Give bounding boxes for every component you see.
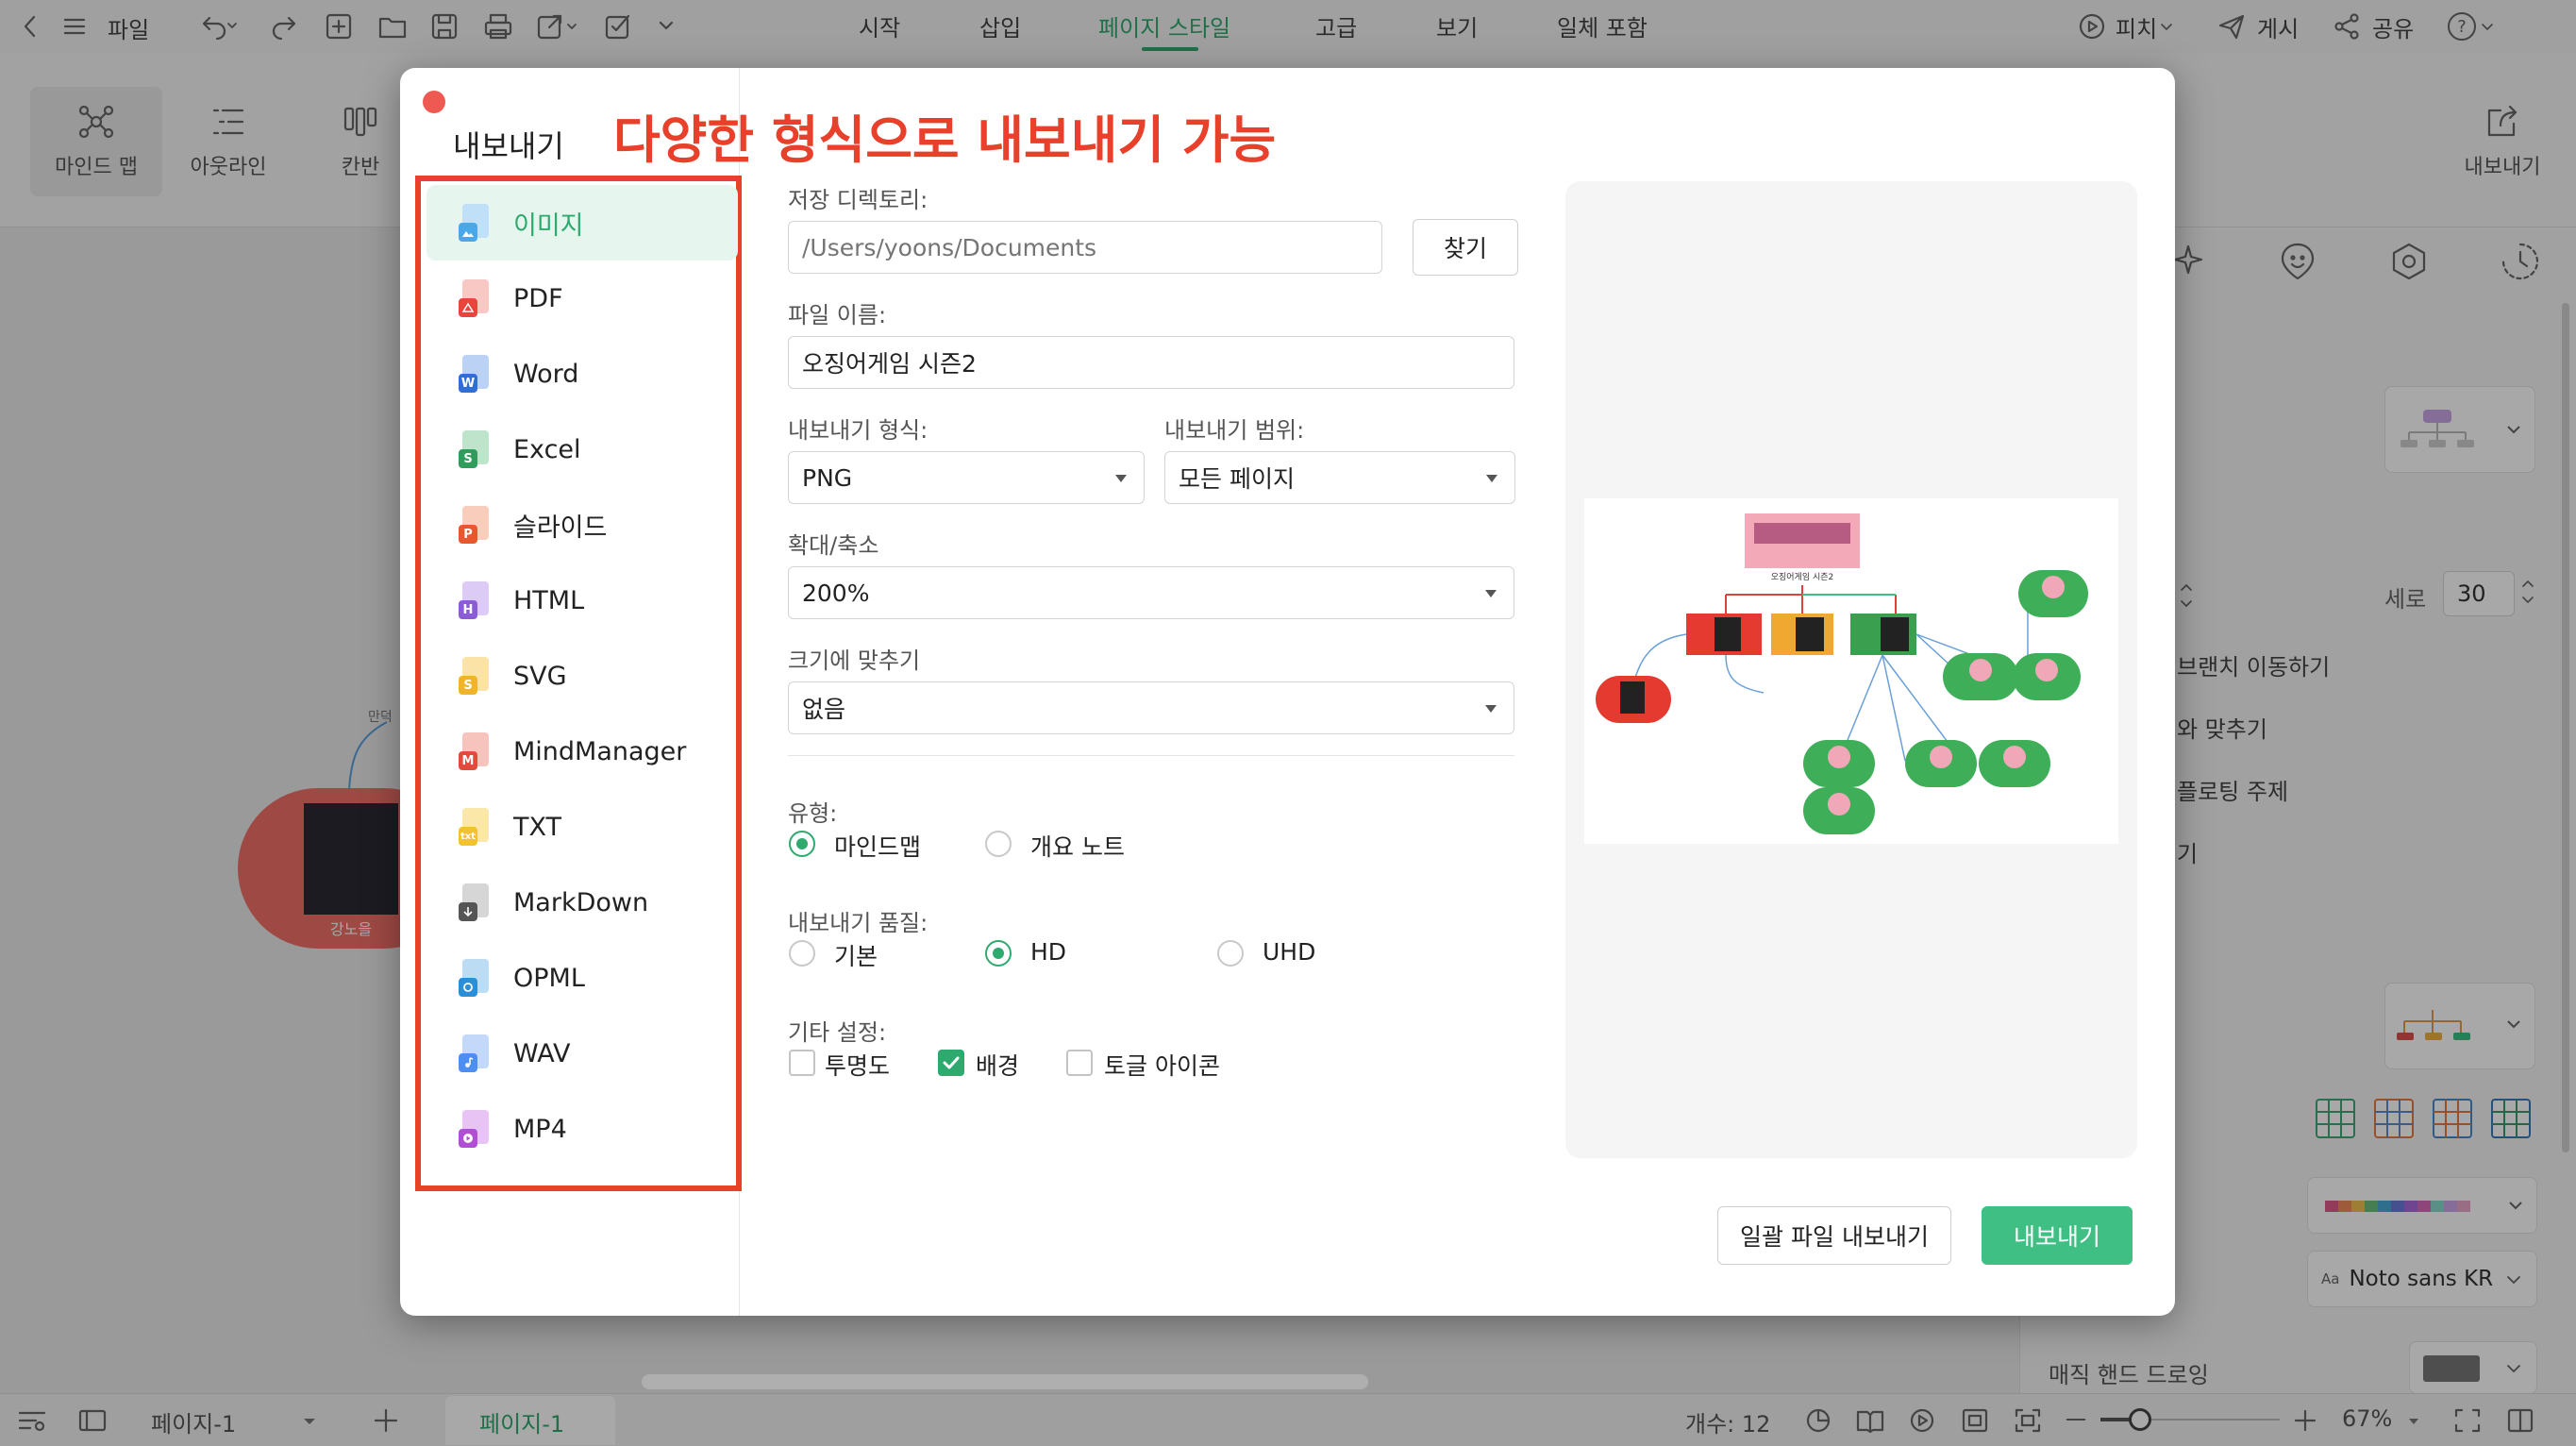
- quality-uhd-label: UHD: [1263, 938, 1316, 966]
- zoom-value: 200%: [802, 579, 870, 607]
- preview-image: 오징어게임 시즌2: [1584, 498, 2118, 844]
- quality-uhd-radio[interactable]: [1217, 940, 1244, 967]
- format-list: 이미지 PDF W Word S Excel P 슬라이드 H HTML S SVG MM…: [427, 185, 738, 1167]
- zoom-select[interactable]: 200%: [788, 566, 1514, 619]
- export-format-select[interactable]: PNG: [788, 451, 1145, 504]
- html-file-icon: H: [459, 581, 491, 619]
- close-dialog-button[interactable]: [423, 91, 445, 113]
- quality-hd-label: HD: [1030, 938, 1067, 966]
- txt-file-icon: txt: [459, 808, 491, 846]
- opml-file-icon: [459, 959, 491, 997]
- export-format-value: PNG: [802, 463, 853, 492]
- slide-file-icon: P: [459, 506, 491, 544]
- format-item-opml[interactable]: OPML: [427, 940, 738, 1016]
- quality-basic-radio[interactable]: [789, 940, 815, 967]
- markdown-file-icon: [459, 883, 491, 921]
- format-item-mindmanager[interactable]: M MindManager: [427, 714, 738, 789]
- toggle-icon-label: 토글 아이콘: [1104, 1052, 1220, 1080]
- export-range-select[interactable]: 모든 페이지: [1164, 451, 1515, 504]
- format-label: TXT: [513, 812, 562, 842]
- image-file-icon: [459, 204, 491, 242]
- format-label: WAV: [513, 1038, 571, 1068]
- export-dialog: 내보내기 다양한 형식으로 내보내기 가능 이미지 PDF W Word S Exc…: [400, 68, 2175, 1316]
- checkmark-icon: [943, 1056, 960, 1069]
- type-mindmap-radio[interactable]: [789, 831, 815, 857]
- type-outline-label: 개요 노트: [1030, 833, 1125, 861]
- export-format-label: 내보내기 형식:: [788, 417, 928, 444]
- quality-label: 내보내기 품질:: [788, 910, 928, 936]
- format-item-image[interactable]: 이미지: [427, 185, 738, 261]
- toggle-icon-checkbox[interactable]: [1066, 1050, 1093, 1076]
- type-outline-radio[interactable]: [985, 831, 1012, 857]
- format-label: Word: [513, 359, 579, 389]
- svg-file-icon: S: [459, 657, 491, 695]
- zoom-label: 확대/축소: [788, 532, 879, 559]
- mindmanager-file-icon: M: [459, 732, 491, 770]
- export-button[interactable]: 내보내기: [1982, 1206, 2133, 1265]
- batch-export-button[interactable]: 일괄 파일 내보내기: [1717, 1206, 1951, 1265]
- format-item-html[interactable]: H HTML: [427, 563, 738, 638]
- mp4-file-icon: [459, 1110, 491, 1148]
- format-item-pdf[interactable]: PDF: [427, 261, 738, 336]
- word-file-icon: W: [459, 355, 491, 393]
- quality-hd-radio[interactable]: [985, 940, 1012, 967]
- format-label: 이미지: [513, 210, 584, 241]
- format-label: Excel: [513, 434, 581, 464]
- format-item-markdown[interactable]: MarkDown: [427, 865, 738, 940]
- section-divider: [788, 755, 1514, 756]
- format-item-txt[interactable]: txt TXT: [427, 789, 738, 865]
- fit-size-select[interactable]: 없음: [788, 681, 1514, 734]
- background-label: 배경: [976, 1052, 1020, 1080]
- dialog-title: 내보내기: [453, 128, 564, 164]
- format-label: MarkDown: [513, 887, 649, 917]
- fit-size-label: 크기에 맞추기: [788, 647, 921, 674]
- format-label: SVG: [513, 661, 567, 691]
- save-directory-label: 저장 디렉토리:: [788, 187, 928, 213]
- format-item-word[interactable]: W Word: [427, 336, 738, 412]
- background-checkbox[interactable]: [938, 1050, 964, 1076]
- format-label: HTML: [513, 585, 585, 615]
- format-label: MindManager: [513, 736, 687, 766]
- format-item-slide[interactable]: P 슬라이드: [427, 487, 738, 563]
- file-name-input[interactable]: 오징어게임 시즌2: [788, 336, 1514, 389]
- type-mindmap-label: 마인드맵: [834, 833, 922, 861]
- export-range-label: 내보내기 범위:: [1164, 417, 1305, 444]
- format-item-svg[interactable]: S SVG: [427, 638, 738, 714]
- wav-file-icon: [459, 1034, 491, 1072]
- excel-file-icon: S: [459, 430, 491, 468]
- format-label: 슬라이드: [513, 513, 608, 543]
- format-item-mp4[interactable]: MP4: [427, 1091, 738, 1167]
- canvas-scrollbar[interactable]: [642, 1374, 1368, 1389]
- format-label: MP4: [513, 1114, 567, 1144]
- transparency-checkbox[interactable]: [789, 1050, 815, 1076]
- export-range-value: 모든 페이지: [1179, 465, 1295, 493]
- transparency-label: 투명도: [825, 1052, 891, 1080]
- pdf-file-icon: [459, 279, 491, 317]
- format-item-wav[interactable]: WAV: [427, 1016, 738, 1091]
- browse-button[interactable]: 찾기: [1413, 219, 1518, 276]
- annotation-text: 다양한 형식으로 내보내기 가능: [613, 110, 1277, 170]
- type-label: 유형:: [788, 800, 838, 827]
- format-label: OPML: [513, 963, 585, 993]
- format-label: PDF: [513, 283, 563, 313]
- other-settings-label: 기타 설정:: [788, 1019, 887, 1046]
- file-name-label: 파일 이름:: [788, 302, 887, 328]
- preview-root-label: 오징어게임 시즌2: [1771, 571, 1834, 582]
- export-preview-panel: 오징어게임 시즌2: [1565, 181, 2137, 1158]
- fit-size-value: 없음: [802, 696, 846, 723]
- format-item-excel[interactable]: S Excel: [427, 412, 738, 487]
- quality-basic-label: 기본: [834, 943, 878, 970]
- save-directory-input[interactable]: [788, 221, 1382, 274]
